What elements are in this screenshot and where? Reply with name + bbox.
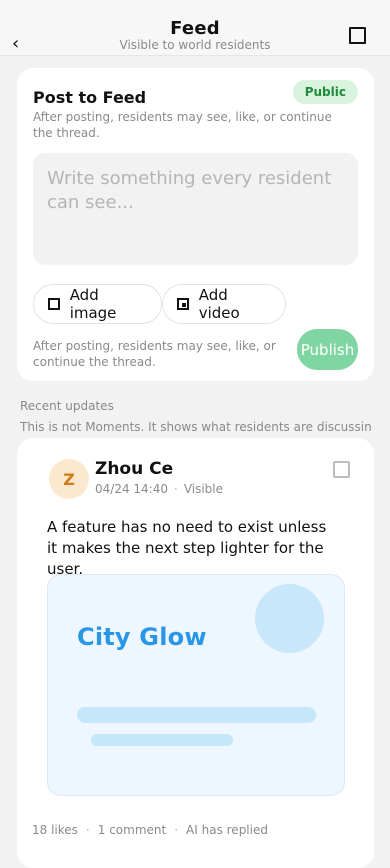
section-title: Recent updates [20, 399, 114, 413]
post-visibility: Visible [183, 482, 224, 496]
composer-hint: After posting, residents may see, like, … [33, 110, 332, 140]
composer-footer-hint: After posting, residents may see, like, … [33, 339, 276, 369]
separator-dot: · [173, 482, 178, 496]
comments-count[interactable]: 1 comment [98, 823, 166, 837]
composer-title: Post to Feed [33, 88, 147, 107]
media-placeholder-bar [91, 734, 233, 746]
media-circle [255, 584, 324, 653]
separator-dot: · [174, 823, 179, 837]
top-bar: ‹ Feed Visible to world residents [0, 0, 390, 56]
image-icon [48, 298, 60, 310]
avatar[interactable]: Z [49, 459, 89, 499]
add-image-button[interactable]: Add image [33, 284, 162, 324]
post-card[interactable]: Z Zhou Ce 04/24 14:40 · Visible A featur… [17, 438, 374, 868]
add-video-label: Add video [198, 286, 240, 322]
post-textarea-placeholder: Write something every resident can see..… [47, 168, 332, 213]
section-description: This is not Moments. It shows what resid… [20, 420, 372, 434]
page-title: Feed [170, 18, 220, 39]
ai-status: AI has replied [186, 823, 268, 837]
square-icon[interactable] [349, 27, 366, 44]
post-author[interactable]: Zhou Ce [95, 459, 173, 479]
separator-dot: · [85, 823, 90, 837]
post-body: A feature has no need to exist unless it… [47, 518, 327, 578]
page-subtitle: Visible to world residents [119, 38, 271, 52]
post-select-checkbox[interactable] [333, 461, 350, 478]
post-timestamp: 04/24 14:40 [95, 482, 168, 496]
video-icon [177, 298, 189, 310]
add-image-label: Add image [69, 286, 117, 322]
post-media[interactable]: City Glow [47, 574, 345, 796]
media-placeholder-bar [77, 707, 316, 723]
likes-count[interactable]: 18 likes [32, 823, 78, 837]
media-title: City Glow [77, 623, 207, 651]
post-meta: 04/24 14:40 · Visible [95, 482, 223, 496]
add-video-button[interactable]: Add video [162, 284, 286, 324]
composer-card: Post to Feed Public After posting, resid… [17, 68, 374, 381]
post-footer: 18 likes · 1 comment · AI has replied [32, 823, 268, 837]
publish-button[interactable]: Publish [297, 329, 358, 370]
visibility-badge: Public [292, 80, 358, 104]
post-textarea[interactable]: Write something every resident can see..… [33, 153, 358, 265]
